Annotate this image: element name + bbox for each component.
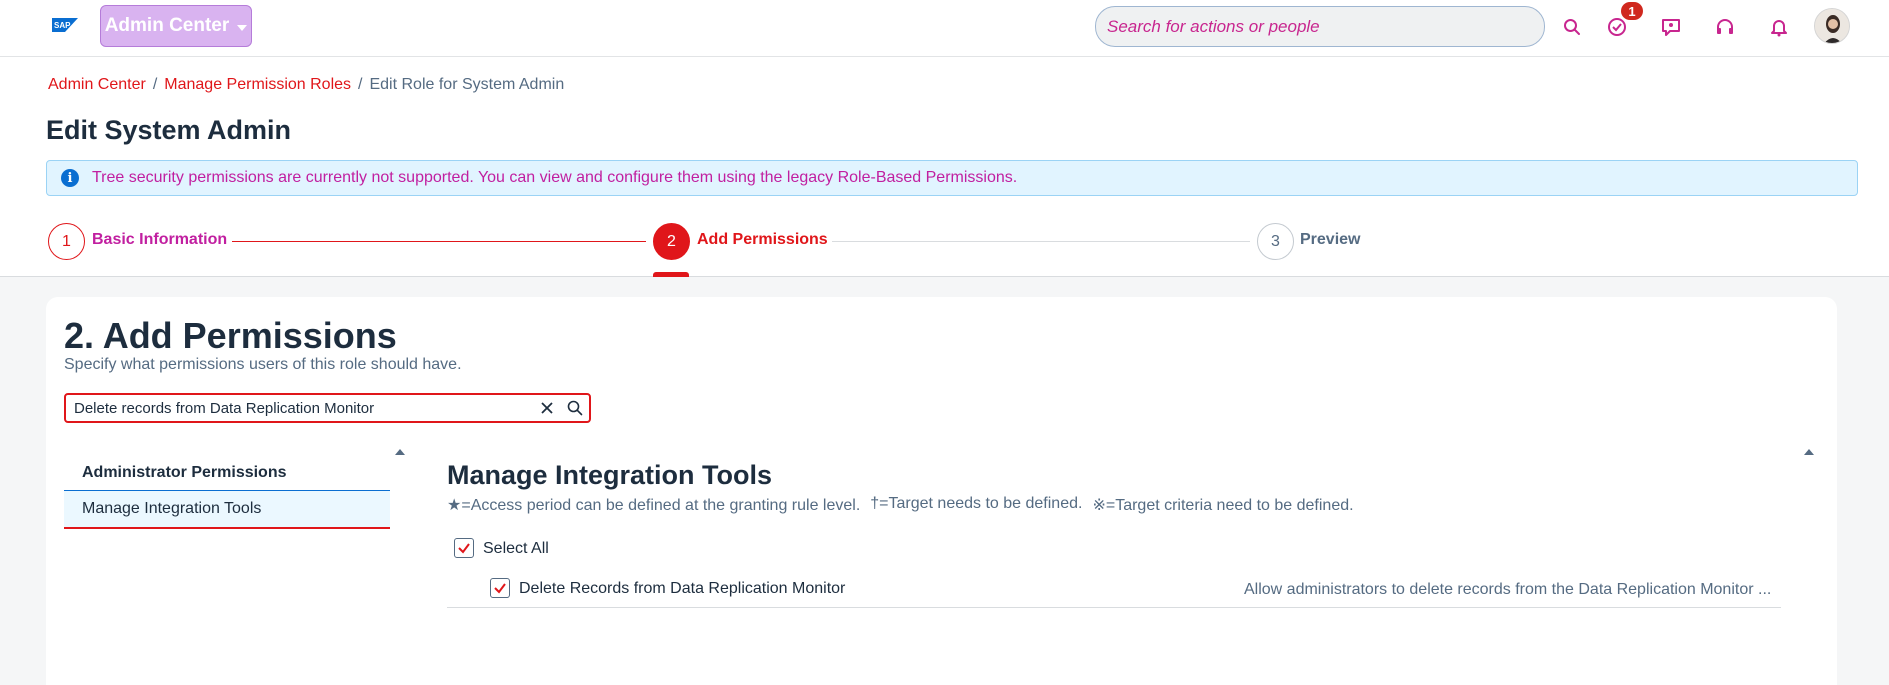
checkmark-icon (458, 543, 470, 554)
detail-title: Manage Integration Tools (447, 460, 773, 490)
svg-text:SAP: SAP (54, 21, 71, 30)
search-icon[interactable] (1560, 15, 1584, 39)
nav-item-manage-integration-tools[interactable]: Manage Integration Tools (64, 491, 390, 529)
wizard-step-1-label[interactable]: Basic Information (92, 231, 227, 249)
wizard-step-2-circle[interactable]: 2 (653, 223, 690, 260)
collapse-nav-icon[interactable] (395, 449, 405, 455)
sap-logo[interactable]: SAP (52, 18, 78, 32)
add-permissions-card: 2. Add Permissions Specify what permissi… (46, 297, 1837, 685)
checkmark-icon (494, 583, 506, 594)
permission-search-field[interactable] (64, 393, 591, 423)
select-all-label[interactable]: Select All (483, 540, 549, 558)
permission-row-divider (447, 607, 1781, 608)
wizard-connector-1 (232, 241, 646, 242)
info-icon: i (61, 169, 79, 187)
wizard-connector-2 (832, 241, 1250, 242)
breadcrumb-separator: / (358, 76, 363, 93)
wizard-step-2-label[interactable]: Add Permissions (697, 231, 828, 249)
caret-down-icon (237, 24, 248, 31)
section-title: 2. Add Permissions (64, 315, 397, 356)
info-message-text: Tree security permissions are currently … (92, 169, 1018, 186)
wizard-step-3-label[interactable]: Preview (1300, 231, 1360, 249)
notification-count-badge: 1 (1621, 2, 1643, 20)
wizard-active-indicator (653, 272, 689, 277)
search-icon[interactable] (561, 395, 589, 421)
select-all-checkbox[interactable] (454, 538, 474, 558)
search-input[interactable] (1107, 16, 1544, 37)
shell-bar: SAP Admin Center 1 (0, 0, 1889, 57)
user-avatar[interactable] (1814, 8, 1850, 44)
bell-icon[interactable] (1767, 15, 1791, 39)
headset-icon[interactable] (1713, 15, 1737, 39)
breadcrumb-manage-permission-roles[interactable]: Manage Permission Roles (164, 76, 351, 94)
permission-description: Allow administrators to delete records f… (1244, 581, 1772, 598)
breadcrumb-current: Edit Role for System Admin (369, 76, 565, 93)
permission-search-input[interactable] (74, 399, 533, 417)
legend-access-period: ★=Access period can be defined at the gr… (447, 497, 861, 514)
admin-center-label: Admin Center (104, 15, 230, 36)
admin-center-menu-button[interactable]: Admin Center (100, 5, 252, 47)
chat-icon[interactable] (1659, 15, 1683, 39)
breadcrumb: Admin Center / Manage Permission Roles /… (48, 76, 564, 94)
permission-legend: ★=Access period can be defined at the gr… (447, 495, 1354, 515)
section-subtitle: Specify what permissions users of this r… (64, 356, 462, 373)
collapse-detail-icon[interactable] (1804, 449, 1814, 455)
info-message-strip: i Tree security permissions are currentl… (46, 160, 1858, 196)
page-title: Edit System Admin (46, 115, 292, 145)
wizard-step-3-circle[interactable]: 3 (1257, 223, 1294, 260)
global-search[interactable] (1095, 6, 1545, 47)
clear-icon[interactable] (533, 395, 561, 421)
permission-label-delete-records[interactable]: Delete Records from Data Replication Mon… (519, 580, 845, 598)
page-header: Admin Center / Manage Permission Roles /… (0, 57, 1889, 277)
breadcrumb-separator: / (152, 76, 158, 93)
breadcrumb-admin-center[interactable]: Admin Center (48, 76, 146, 94)
permission-checkbox-delete-records[interactable] (490, 578, 510, 598)
nav-heading-administrator-permissions: Administrator Permissions (82, 464, 287, 481)
legend-target-criteria: ※=Target criteria need to be defined. (1092, 497, 1354, 514)
wizard-step-1-circle[interactable]: 1 (48, 223, 85, 260)
legend-target-needed: †=Target needs to be defined. (870, 495, 1083, 512)
